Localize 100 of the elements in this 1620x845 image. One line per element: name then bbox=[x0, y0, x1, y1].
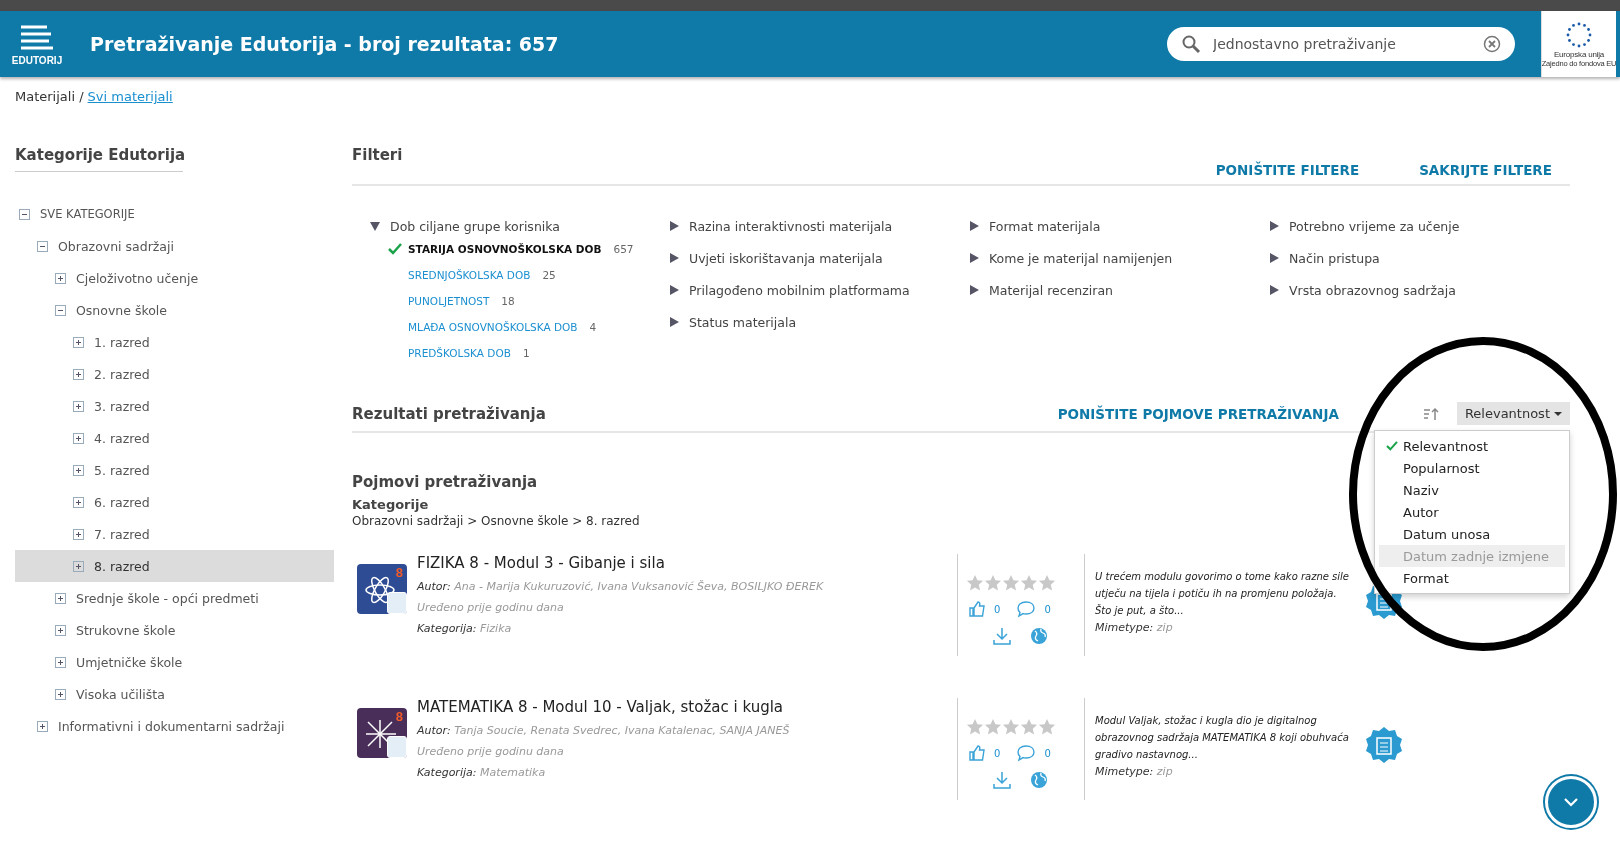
edutorij-logo[interactable]: EDUTORIJ bbox=[14, 22, 60, 66]
tree-item[interactable]: Informativni i dokumentarni sadržaji bbox=[15, 710, 334, 742]
toggle-icon[interactable] bbox=[73, 528, 84, 540]
grade-number: 8 bbox=[395, 710, 403, 724]
star-icon[interactable] bbox=[984, 718, 1002, 736]
sort-option[interactable]: Naziv bbox=[1379, 479, 1565, 501]
tree-item[interactable]: 1. razred bbox=[15, 326, 334, 358]
filter-option[interactable]: PREDŠKOLSKA DOB bbox=[408, 347, 511, 359]
category-text: Kategorija: Fizika bbox=[417, 621, 513, 637]
star-icon[interactable] bbox=[966, 718, 984, 736]
thumbs-up-icon[interactable] bbox=[968, 744, 986, 762]
tree-item[interactable]: 3. razred bbox=[15, 390, 334, 422]
filter-option[interactable]: STARIJA OSNOVNOŠKOLSKA DOB bbox=[408, 243, 602, 255]
mimetype-text: Mimetype: zip bbox=[1095, 764, 1174, 780]
toggle-icon[interactable] bbox=[73, 336, 84, 348]
reset-terms-link[interactable]: PONIŠTITE POJMOVE PRETRAŽIVANJA bbox=[1057, 405, 1339, 422]
tree-item[interactable]: 2. razred bbox=[15, 358, 334, 390]
toggle-icon[interactable] bbox=[37, 720, 48, 732]
toggle-icon[interactable] bbox=[55, 304, 66, 316]
star-icon[interactable] bbox=[984, 574, 1002, 592]
hide-filters-link[interactable]: SAKRIJTE FILTERE bbox=[1419, 162, 1552, 178]
likes-count: 0 bbox=[994, 603, 1001, 615]
globe-icon[interactable] bbox=[1030, 627, 1048, 645]
sort-option[interactable]: Datum unosa bbox=[1379, 523, 1565, 545]
comments-count: 0 bbox=[1044, 747, 1051, 759]
toggle-icon[interactable] bbox=[19, 208, 30, 220]
sort-option[interactable]: Format bbox=[1379, 567, 1565, 589]
filter-group[interactable]: Kome je materijal namijenjen bbox=[970, 248, 1270, 268]
filter-group[interactable]: Potrebno vrijeme za učenje bbox=[1270, 216, 1570, 236]
filter-option[interactable]: SREDNJOŠKOLSKA DOB bbox=[408, 269, 531, 281]
filter-group[interactable]: Format materijala bbox=[970, 216, 1270, 236]
tree-item[interactable]: 7. razred bbox=[15, 518, 334, 550]
toggle-icon[interactable] bbox=[37, 240, 48, 252]
toggle-icon[interactable] bbox=[73, 432, 84, 444]
option-count: 4 bbox=[589, 321, 597, 333]
search-field[interactable]: Jednostavno pretraživanje bbox=[1211, 35, 1473, 53]
sort-option[interactable]: Popularnost bbox=[1379, 457, 1565, 479]
filter-group[interactable]: Uvjeti iskorištavanja materijala bbox=[670, 248, 970, 268]
star-icon[interactable] bbox=[966, 574, 984, 592]
toggle-icon[interactable] bbox=[55, 272, 66, 284]
toggle-icon[interactable] bbox=[55, 592, 66, 604]
tree-item[interactable]: Strukovne škole bbox=[15, 614, 334, 646]
check-icon bbox=[388, 243, 402, 255]
download-icon[interactable] bbox=[992, 770, 1012, 790]
filter-option[interactable]: PUNOLJETNOST bbox=[408, 295, 490, 307]
download-icon[interactable] bbox=[992, 626, 1012, 646]
star-icon[interactable] bbox=[1038, 718, 1056, 736]
star-icon[interactable] bbox=[1038, 574, 1056, 592]
tree-item[interactable]: Obrazovni sadržaji bbox=[15, 230, 334, 262]
filter-group[interactable]: Materijal recenziran bbox=[970, 280, 1270, 300]
toggle-icon[interactable] bbox=[55, 688, 66, 700]
scroll-down-button[interactable] bbox=[1545, 776, 1597, 828]
toggle-icon[interactable] bbox=[73, 368, 84, 380]
toggle-icon[interactable] bbox=[73, 560, 84, 572]
comment-icon[interactable] bbox=[1016, 744, 1037, 762]
sort-option[interactable]: Autor bbox=[1379, 501, 1565, 523]
reset-filters-link[interactable]: PONIŠTITE FILTERE bbox=[1215, 162, 1360, 178]
tree-item[interactable]: SVE KATEGORIJE bbox=[15, 198, 334, 230]
filter-group[interactable]: Prilagođeno mobilnim platformama bbox=[670, 280, 970, 300]
tree-item[interactable]: 5. razred bbox=[15, 454, 334, 486]
toggle-icon[interactable] bbox=[55, 656, 66, 668]
categories-label: Kategorije bbox=[352, 497, 429, 512]
filters-title: Filteri bbox=[352, 146, 404, 164]
clear-icon[interactable] bbox=[1483, 35, 1501, 53]
globe-icon[interactable] bbox=[1030, 771, 1048, 789]
eu-stars-icon bbox=[1564, 20, 1594, 50]
star-icon[interactable] bbox=[1002, 718, 1020, 736]
sort-dropdown[interactable]: Relevantnost bbox=[1456, 402, 1570, 425]
comment-icon[interactable] bbox=[1016, 600, 1037, 618]
authors-text: Autor: Tanja Soucie, Renata Svedrec, Ivana Katalenac, SANJA JANEŠ bbox=[417, 723, 791, 739]
tree-item[interactable]: Cjeloživotno učenje bbox=[15, 262, 334, 294]
filter-group[interactable]: Vrsta obrazovnog sadržaja bbox=[1270, 280, 1570, 300]
tree-item[interactable]: Osnovne škole bbox=[15, 294, 334, 326]
toggle-icon[interactable] bbox=[55, 624, 66, 636]
filter-group[interactable]: Način pristupa bbox=[1270, 248, 1570, 268]
toggle-icon[interactable] bbox=[73, 496, 84, 508]
edited-text: Uređeno prije godinu dana bbox=[417, 744, 565, 760]
star-icon[interactable] bbox=[1002, 574, 1020, 592]
tree-item[interactable]: 4. razred bbox=[15, 422, 334, 454]
filter-group[interactable]: Razina interaktivnosti materijala bbox=[670, 216, 970, 236]
filter-option[interactable]: MLAĐA OSNOVNOŠKOLSKA DOB bbox=[408, 321, 578, 333]
tree-item[interactable]: Umjetničke škole bbox=[15, 646, 334, 678]
sort-order-icon[interactable] bbox=[1422, 406, 1439, 421]
toggle-icon[interactable] bbox=[73, 464, 84, 476]
material-title[interactable]: MATEMATIKA 8 - Modul 10 - Valjak, stožac i kugla bbox=[417, 698, 947, 716]
filter-group[interactable]: Status materijala bbox=[670, 312, 970, 332]
breadcrumb-link[interactable]: Svi materijali bbox=[87, 89, 173, 104]
tree-item[interactable]: 6. razred bbox=[15, 486, 334, 518]
thumbs-up-icon[interactable] bbox=[968, 600, 986, 618]
search-box[interactable]: Jednostavno pretraživanje bbox=[1167, 27, 1515, 61]
sort-option[interactable]: Relevantnost bbox=[1379, 435, 1565, 457]
toggle-icon[interactable] bbox=[73, 400, 84, 412]
star-icon[interactable] bbox=[1020, 718, 1038, 736]
material-title[interactable]: FIZIKA 8 - Modul 3 - Gibanje i sila bbox=[417, 554, 947, 572]
results-title: Rezultati pretraživanja bbox=[352, 404, 547, 423]
tree-item[interactable]: Srednje škole - opći predmeti bbox=[15, 582, 334, 614]
star-icon[interactable] bbox=[1020, 574, 1038, 592]
tree-item[interactable]: 8. razred bbox=[15, 550, 334, 582]
filter-group[interactable]: Dob ciljane grupe korisnika bbox=[370, 216, 670, 236]
tree-item[interactable]: Visoka učilišta bbox=[15, 678, 334, 710]
